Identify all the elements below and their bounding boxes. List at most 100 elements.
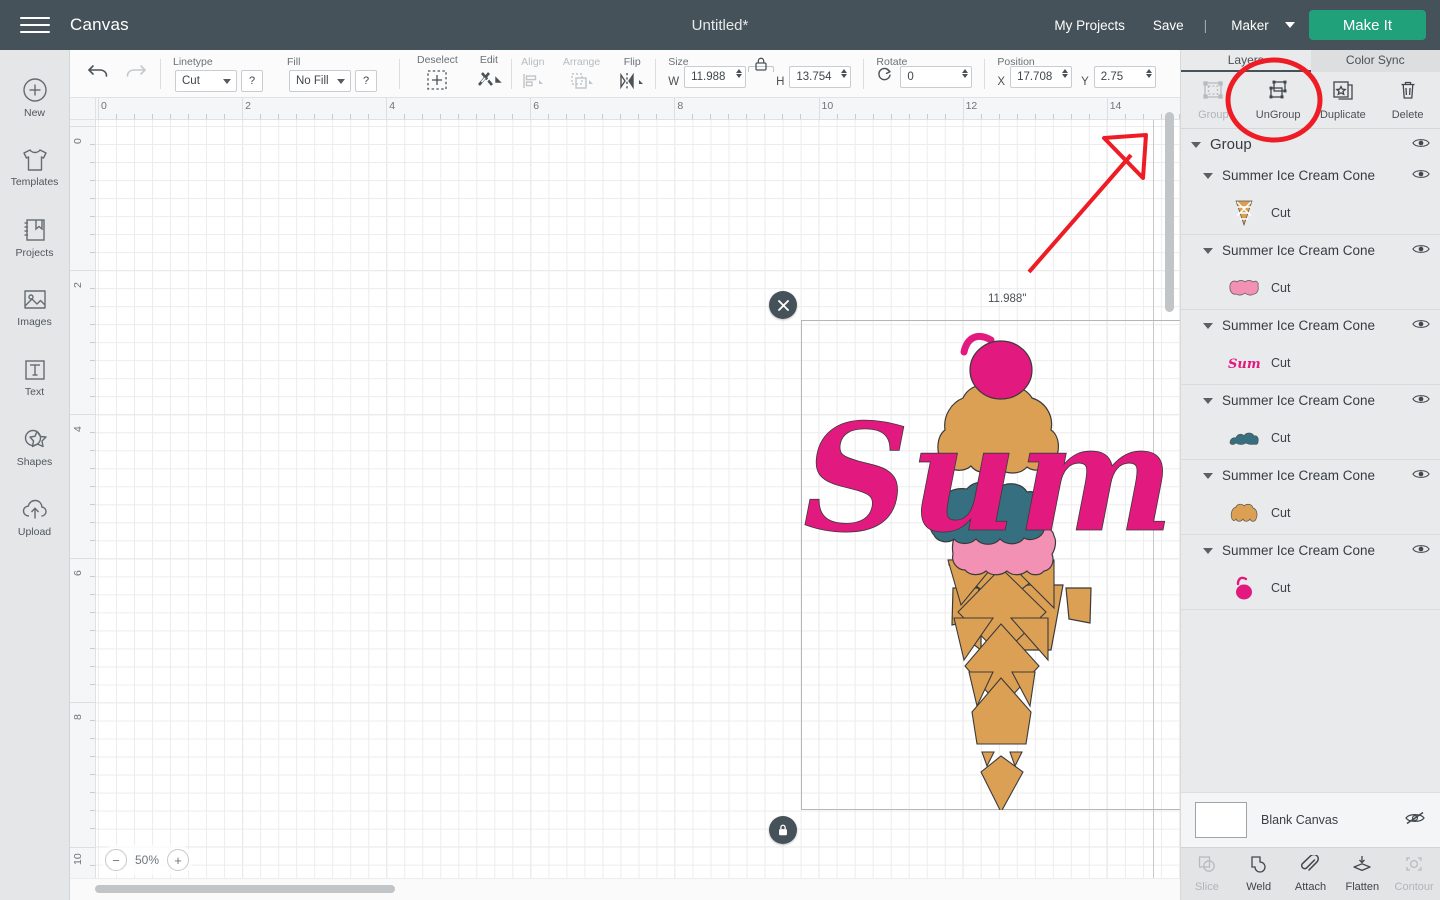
save-button[interactable]: Save	[1139, 18, 1198, 33]
canvas-horizontal-scrollbar[interactable]	[95, 885, 395, 893]
flatten-button[interactable]: Flatten	[1336, 848, 1388, 900]
artwork-summer-ice-cream-cone[interactable]: Summer	[801, 320, 1180, 810]
deselect-button[interactable]: Deselect	[408, 50, 467, 98]
ruler-minor-tick	[548, 114, 550, 119]
shapes-icon	[21, 427, 49, 453]
ruler-minor-tick	[134, 114, 136, 119]
sidebar-item-images[interactable]: Images	[0, 272, 69, 342]
layer-child-row[interactable]: Cut	[1181, 191, 1440, 235]
eye-icon[interactable]	[1412, 542, 1430, 560]
edit-toolbar: Linetype Cut ? Fill No Fill ? Deselect E…	[70, 50, 1180, 98]
sidebar-item-text[interactable]: Text	[0, 342, 69, 412]
linetype-help-button[interactable]: ?	[241, 70, 263, 92]
hamburger-icon[interactable]	[0, 0, 70, 50]
linetype-select[interactable]: Cut	[175, 70, 237, 92]
chevron-down-icon[interactable]	[1284, 22, 1295, 28]
layer-thumbnail[interactable]	[1227, 273, 1261, 303]
chevron-down-icon[interactable]	[1203, 172, 1213, 179]
rotate-stepper[interactable]	[962, 69, 969, 78]
chevron-down-icon[interactable]	[1203, 247, 1213, 254]
make-it-button[interactable]: Make It	[1308, 10, 1426, 40]
tab-layers[interactable]: Layers	[1181, 50, 1311, 72]
sidebar-item-upload[interactable]: Upload	[0, 482, 69, 552]
sidebar-item-new[interactable]: New	[0, 62, 69, 132]
flip-button[interactable]: Flip	[609, 50, 655, 98]
fill-select[interactable]: No Fill	[289, 70, 351, 92]
rotate-icon[interactable]	[876, 66, 893, 88]
eye-icon[interactable]	[1412, 167, 1430, 185]
ruler-minor-tick	[332, 114, 334, 119]
attach-button[interactable]: Attach	[1285, 848, 1337, 900]
eye-icon[interactable]	[1412, 467, 1430, 485]
aspect-lock-toggle[interactable]	[746, 40, 776, 88]
size-width-stepper[interactable]	[736, 69, 743, 78]
delete-selection-handle[interactable]	[769, 291, 797, 319]
left-sidebar: New Templates Projects Images Text Shape…	[0, 50, 70, 900]
canvas-vertical-scrollbar[interactable]	[1165, 112, 1174, 312]
ruler-minor-tick	[90, 792, 95, 794]
zoom-out-button[interactable]: −	[105, 849, 127, 871]
ruler-minor-tick	[314, 114, 316, 119]
weld-button[interactable]: Weld	[1233, 848, 1285, 900]
layer-thumbnail[interactable]	[1227, 573, 1261, 603]
chevron-down-icon[interactable]	[1203, 547, 1213, 554]
layer-child-row[interactable]: Cut	[1181, 566, 1440, 610]
delete-button[interactable]: Delete	[1375, 72, 1440, 128]
position-y-stepper[interactable]	[1145, 69, 1152, 78]
edit-button[interactable]: Edit	[467, 50, 511, 98]
layer-parent-row[interactable]: Summer Ice Cream Cone	[1181, 160, 1440, 191]
edit-label: Edit	[479, 54, 498, 66]
sidebar-item-label: New	[23, 106, 45, 119]
layer-child-row[interactable]: Cut	[1181, 416, 1440, 460]
layer-parent-row[interactable]: Summer Ice Cream Cone	[1181, 310, 1440, 341]
shape-tools-bar: Slice Weld Attach Flatten Contour	[1181, 847, 1440, 900]
size-height-stepper[interactable]	[841, 69, 848, 78]
design-canvas[interactable]: 11.988" Sum 0 2 4 6 8 10 12 14 0 2 4 6 8…	[70, 98, 1180, 900]
chevron-down-icon[interactable]	[1203, 472, 1213, 479]
layer-parent-row[interactable]: Summer Ice Cream Cone	[1181, 235, 1440, 266]
layer-parent-row[interactable]: Summer Ice Cream Cone	[1181, 535, 1440, 566]
layer-parent-row[interactable]: Summer Ice Cream Cone	[1181, 385, 1440, 416]
ruler-minor-tick	[116, 114, 117, 119]
layer-child-row[interactable]: Cut	[1181, 266, 1440, 310]
fill-help-button[interactable]: ?	[355, 70, 377, 92]
layer-thumbnail[interactable]: Summer	[1227, 348, 1261, 378]
sidebar-item-templates[interactable]: Templates	[0, 132, 69, 202]
ungroup-button[interactable]: UnGroup	[1246, 72, 1311, 128]
eye-icon[interactable]	[1412, 317, 1430, 335]
sidebar-item-shapes[interactable]: Shapes	[0, 412, 69, 482]
ruler-minor-tick	[90, 648, 95, 650]
layer-thumbnail[interactable]	[1227, 423, 1261, 453]
layer-parent-row[interactable]: Summer Ice Cream Cone	[1181, 460, 1440, 491]
sidebar-item-label: Upload	[17, 525, 52, 538]
eye-icon[interactable]	[1412, 392, 1430, 410]
duplicate-icon	[1332, 80, 1354, 105]
sidebar-item-projects[interactable]: Projects	[0, 202, 69, 272]
layer-thumbnail[interactable]	[1227, 498, 1261, 528]
layer-thumbnail[interactable]	[1227, 198, 1261, 228]
canvas-color-swatch[interactable]	[1195, 802, 1247, 838]
ruler-minor-tick	[908, 114, 910, 119]
layer-child-row[interactable]: Summer Cut	[1181, 341, 1440, 385]
my-projects-link[interactable]: My Projects	[1040, 18, 1139, 33]
chevron-down-icon[interactable]	[1203, 322, 1213, 329]
zoom-in-button[interactable]: +	[167, 849, 190, 871]
undo-arrow-icon[interactable]	[86, 62, 110, 87]
blank-canvas-row[interactable]: Blank Canvas	[1181, 792, 1440, 847]
header-actions: My Projects Save | Maker Make It	[1040, 0, 1426, 50]
layer-child-row[interactable]: Cut	[1181, 491, 1440, 535]
position-x-stepper[interactable]	[1062, 69, 1069, 78]
eye-icon[interactable]	[1412, 136, 1430, 154]
chevron-down-icon[interactable]	[1191, 141, 1201, 148]
layers-list[interactable]: Group Summer Ice Cream Cone Cut Summer Ice…	[1181, 129, 1440, 729]
ruler-minor-tick	[764, 114, 766, 119]
eye-off-icon[interactable]	[1404, 810, 1426, 831]
eye-icon[interactable]	[1412, 242, 1430, 260]
machine-selector[interactable]: Maker	[1213, 18, 1275, 33]
lock-selection-handle[interactable]	[769, 816, 797, 844]
tab-color-sync[interactable]: Color Sync	[1311, 50, 1440, 72]
chevron-down-icon[interactable]	[1203, 397, 1213, 404]
layer-group-row[interactable]: Group	[1181, 129, 1440, 160]
ruler-minor-tick	[90, 198, 95, 200]
duplicate-button[interactable]: Duplicate	[1311, 72, 1376, 128]
